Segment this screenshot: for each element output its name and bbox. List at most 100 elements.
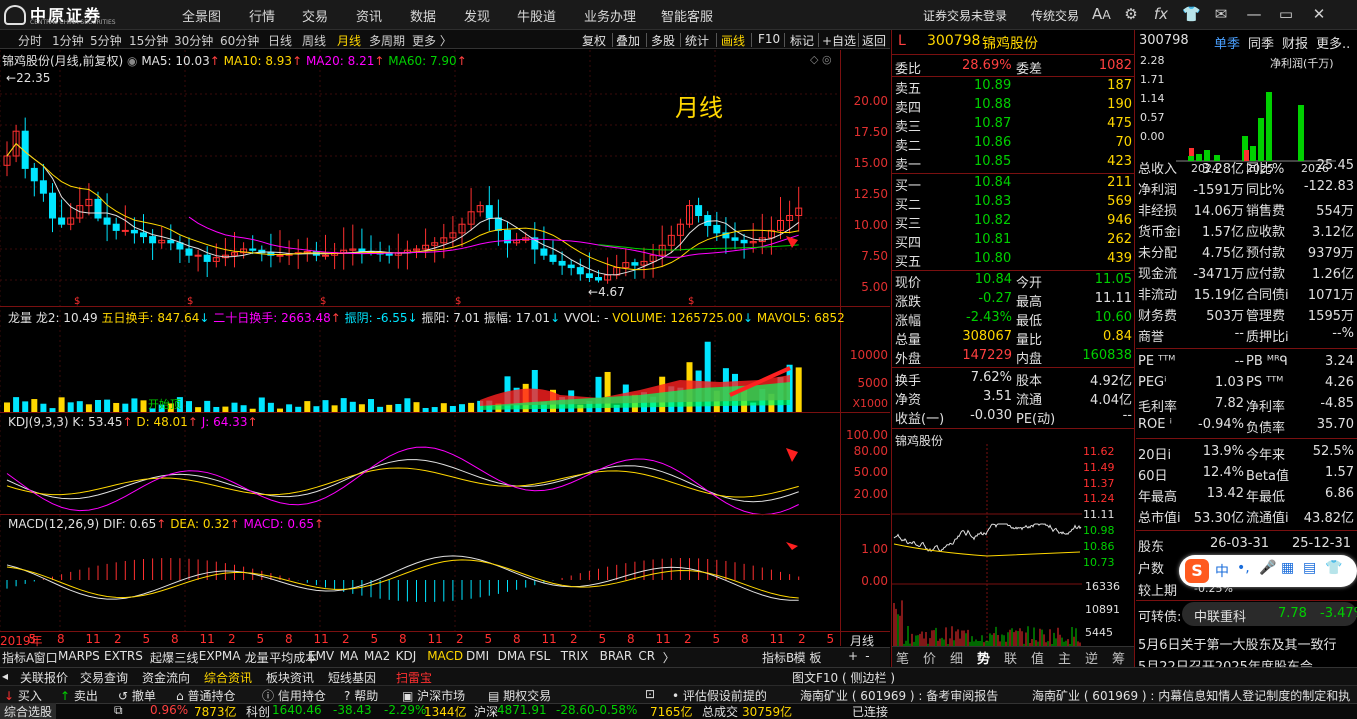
shirt-icon[interactable]: 👕 [1325, 560, 1342, 576]
quote-tab[interactable]: 价 [923, 648, 936, 667]
tab-f10-text[interactable]: 图文F10 [792, 669, 838, 686]
microphone-icon[interactable]: 🎤 [1259, 560, 1276, 576]
period-fenshi[interactable]: 分时 [18, 32, 42, 49]
news-ticker-item[interactable]: • 评估假设前提的 [672, 687, 767, 704]
trade-login-status[interactable]: 证券交易未登录 [923, 7, 1007, 24]
quote-tab[interactable]: 筹 [1112, 648, 1125, 667]
nav-data[interactable]: 数据 [410, 6, 436, 25]
quote-tab[interactable]: 势 [977, 648, 990, 667]
tab-minesweeper[interactable]: 扫雷宝 [396, 669, 432, 686]
period-1min[interactable]: 1分钟 [52, 32, 84, 49]
indicator-tab[interactable]: MACD [427, 649, 463, 663]
skin-icon[interactable]: ▤ [1303, 560, 1316, 576]
indicator-tab[interactable]: CR [638, 649, 655, 663]
nav-news[interactable]: 资讯 [356, 6, 382, 25]
indicator-tab[interactable]: + [848, 649, 858, 663]
indicator-tab[interactable]: BRAR [600, 649, 633, 663]
bar-arrow-icon[interactable]: ◂ [2, 669, 8, 683]
news-item[interactable]: 5月6日关于第一大股东及其一致行 [1138, 634, 1337, 653]
period-week[interactable]: 周线 [302, 32, 326, 49]
nav-business[interactable]: 业务办理 [584, 6, 636, 25]
indicator-tab[interactable]: TRIX [561, 649, 588, 663]
dropdown-icon[interactable]: ◉ [127, 54, 137, 68]
expand-icon[interactable]: ⧉ [114, 703, 123, 718]
tab-capital-flow[interactable]: 资金流向 [142, 669, 190, 686]
nav-discover[interactable]: 发现 [464, 6, 490, 25]
tab-sidebar[interactable]: ( 侧边栏 ) [842, 669, 895, 686]
minimize-icon[interactable]: — [1245, 5, 1263, 23]
period-15min[interactable]: 15分钟 [129, 32, 168, 49]
indicator-tab[interactable]: MARPS [58, 649, 100, 663]
gear-icon[interactable]: ⚙ [1122, 5, 1140, 23]
indicator-tab[interactable]: FSL [529, 649, 550, 663]
indicator-tab[interactable]: EMV [308, 649, 334, 663]
nav-overview[interactable]: 全景图 [182, 6, 221, 25]
punctuation-icon[interactable]: •, [1237, 560, 1250, 576]
keyboard-icon[interactable]: ▦ [1281, 560, 1294, 576]
nav-trade[interactable]: 交易 [302, 6, 328, 25]
period-30min[interactable]: 30分钟 [174, 32, 213, 49]
indicator-tab[interactable]: DMA [498, 649, 526, 663]
indicator-tab[interactable]: 指标A [2, 649, 34, 666]
indicator-tab[interactable]: MA [340, 649, 359, 663]
tab-news[interactable]: 综合资讯 [204, 669, 252, 686]
tab-related-quotes[interactable]: 关联报价 [20, 669, 68, 686]
quote-tab[interactable]: 联 [1004, 648, 1017, 667]
ime-lang[interactable]: 中 [1215, 561, 1229, 581]
indicator-tab[interactable]: MA2 [364, 649, 390, 663]
indicator-tab[interactable]: 三线 [174, 649, 198, 666]
indicator-tab[interactable]: DMI [466, 649, 489, 663]
indicator-tab[interactable]: 〉 [663, 649, 675, 666]
normal-position-button[interactable]: ⌂ 普通持仓 [176, 687, 235, 704]
tab-trade-query[interactable]: 交易查询 [80, 669, 128, 686]
tool-mark[interactable]: 标记 [790, 32, 814, 49]
font-size-icon[interactable]: AA [1092, 5, 1111, 23]
tool-f10[interactable]: F10 [758, 32, 780, 46]
classic-trade-button[interactable]: 传统交易 [1031, 7, 1079, 24]
quote-tab[interactable]: 主 [1058, 648, 1071, 667]
indicator-tab[interactable]: EXPMA [199, 649, 241, 663]
news-ticker-item[interactable]: 海南矿业 ( 601969 ) : 内幕信息知情人登记制度的制定和执 [1032, 687, 1350, 704]
period-month[interactable]: 月线 [337, 32, 361, 49]
ticker-toggle-icon[interactable]: ⊡ [645, 687, 655, 701]
period-multi[interactable]: 多周期 [369, 32, 405, 49]
maximize-icon[interactable]: ▭ [1277, 5, 1295, 23]
tool-add-watchlist[interactable]: +自选 [822, 32, 856, 49]
period-5min[interactable]: 5分钟 [90, 32, 122, 49]
tab-sector-news[interactable]: 板块资讯 [266, 669, 314, 686]
tool-overlay[interactable]: 叠加 [616, 32, 640, 49]
stock-screener-button[interactable]: 综合选股 [0, 703, 57, 719]
news-ticker-item[interactable]: 海南矿业 ( 601969 ) : 备考审阅报告 [800, 687, 998, 704]
shirt-icon[interactable]: 👕 [1182, 5, 1201, 23]
indicator-tab[interactable]: EXTRS [104, 649, 143, 663]
tool-back[interactable]: 返回 [862, 32, 886, 49]
indicator-tab[interactable]: 模 板 [794, 649, 822, 666]
fx-icon[interactable]: fx [1152, 5, 1170, 23]
sell-button[interactable]: ↑ 卖出 [60, 687, 98, 704]
indicator-tab[interactable]: 起爆 [150, 649, 174, 666]
convertible-chip[interactable]: 中联重科 7.78 -3.47% [1182, 602, 1357, 626]
quote-tab[interactable]: 笔 [896, 648, 909, 667]
kline-chart-area[interactable]: $ $ $ $ $ [0, 50, 890, 646]
indicator-tab[interactable]: 窗口 [34, 649, 58, 666]
buy-button[interactable]: ↓ 买入 [4, 687, 42, 704]
period-more[interactable]: 更多 〉 [412, 32, 452, 49]
market-button[interactable]: ▣ 沪深市场 [402, 687, 465, 704]
options-button[interactable]: ▤ 期权交易 [488, 687, 551, 704]
quote-tab[interactable]: 细 [950, 648, 963, 667]
tab-short-gene[interactable]: 短线基因 [328, 669, 376, 686]
tool-draw[interactable]: 画线 [721, 32, 745, 49]
mail-icon[interactable]: ✉ [1212, 5, 1230, 23]
cancel-order-button[interactable]: ↺ 撤单 [118, 687, 156, 704]
nav-service[interactable]: 智能客服 [661, 6, 713, 25]
indicator-tab[interactable]: 龙量 [245, 649, 269, 666]
tool-stats[interactable]: 统计 [685, 32, 709, 49]
help-button[interactable]: ? 帮助 [344, 687, 378, 704]
indicator-tab[interactable]: - [865, 649, 869, 663]
ime-toolbar[interactable]: S 中 •, 🎤 ▦ ▤ 👕 [1179, 555, 1357, 587]
close-icon[interactable]: ✕ [1310, 5, 1328, 23]
nav-quotes[interactable]: 行情 [249, 6, 275, 25]
credit-position-button[interactable]: ⓘ 信用持仓 [262, 687, 326, 704]
chart-settings-icon[interactable]: ◇ ◎ [810, 53, 832, 66]
indicator-tab[interactable]: KDJ [396, 649, 417, 663]
